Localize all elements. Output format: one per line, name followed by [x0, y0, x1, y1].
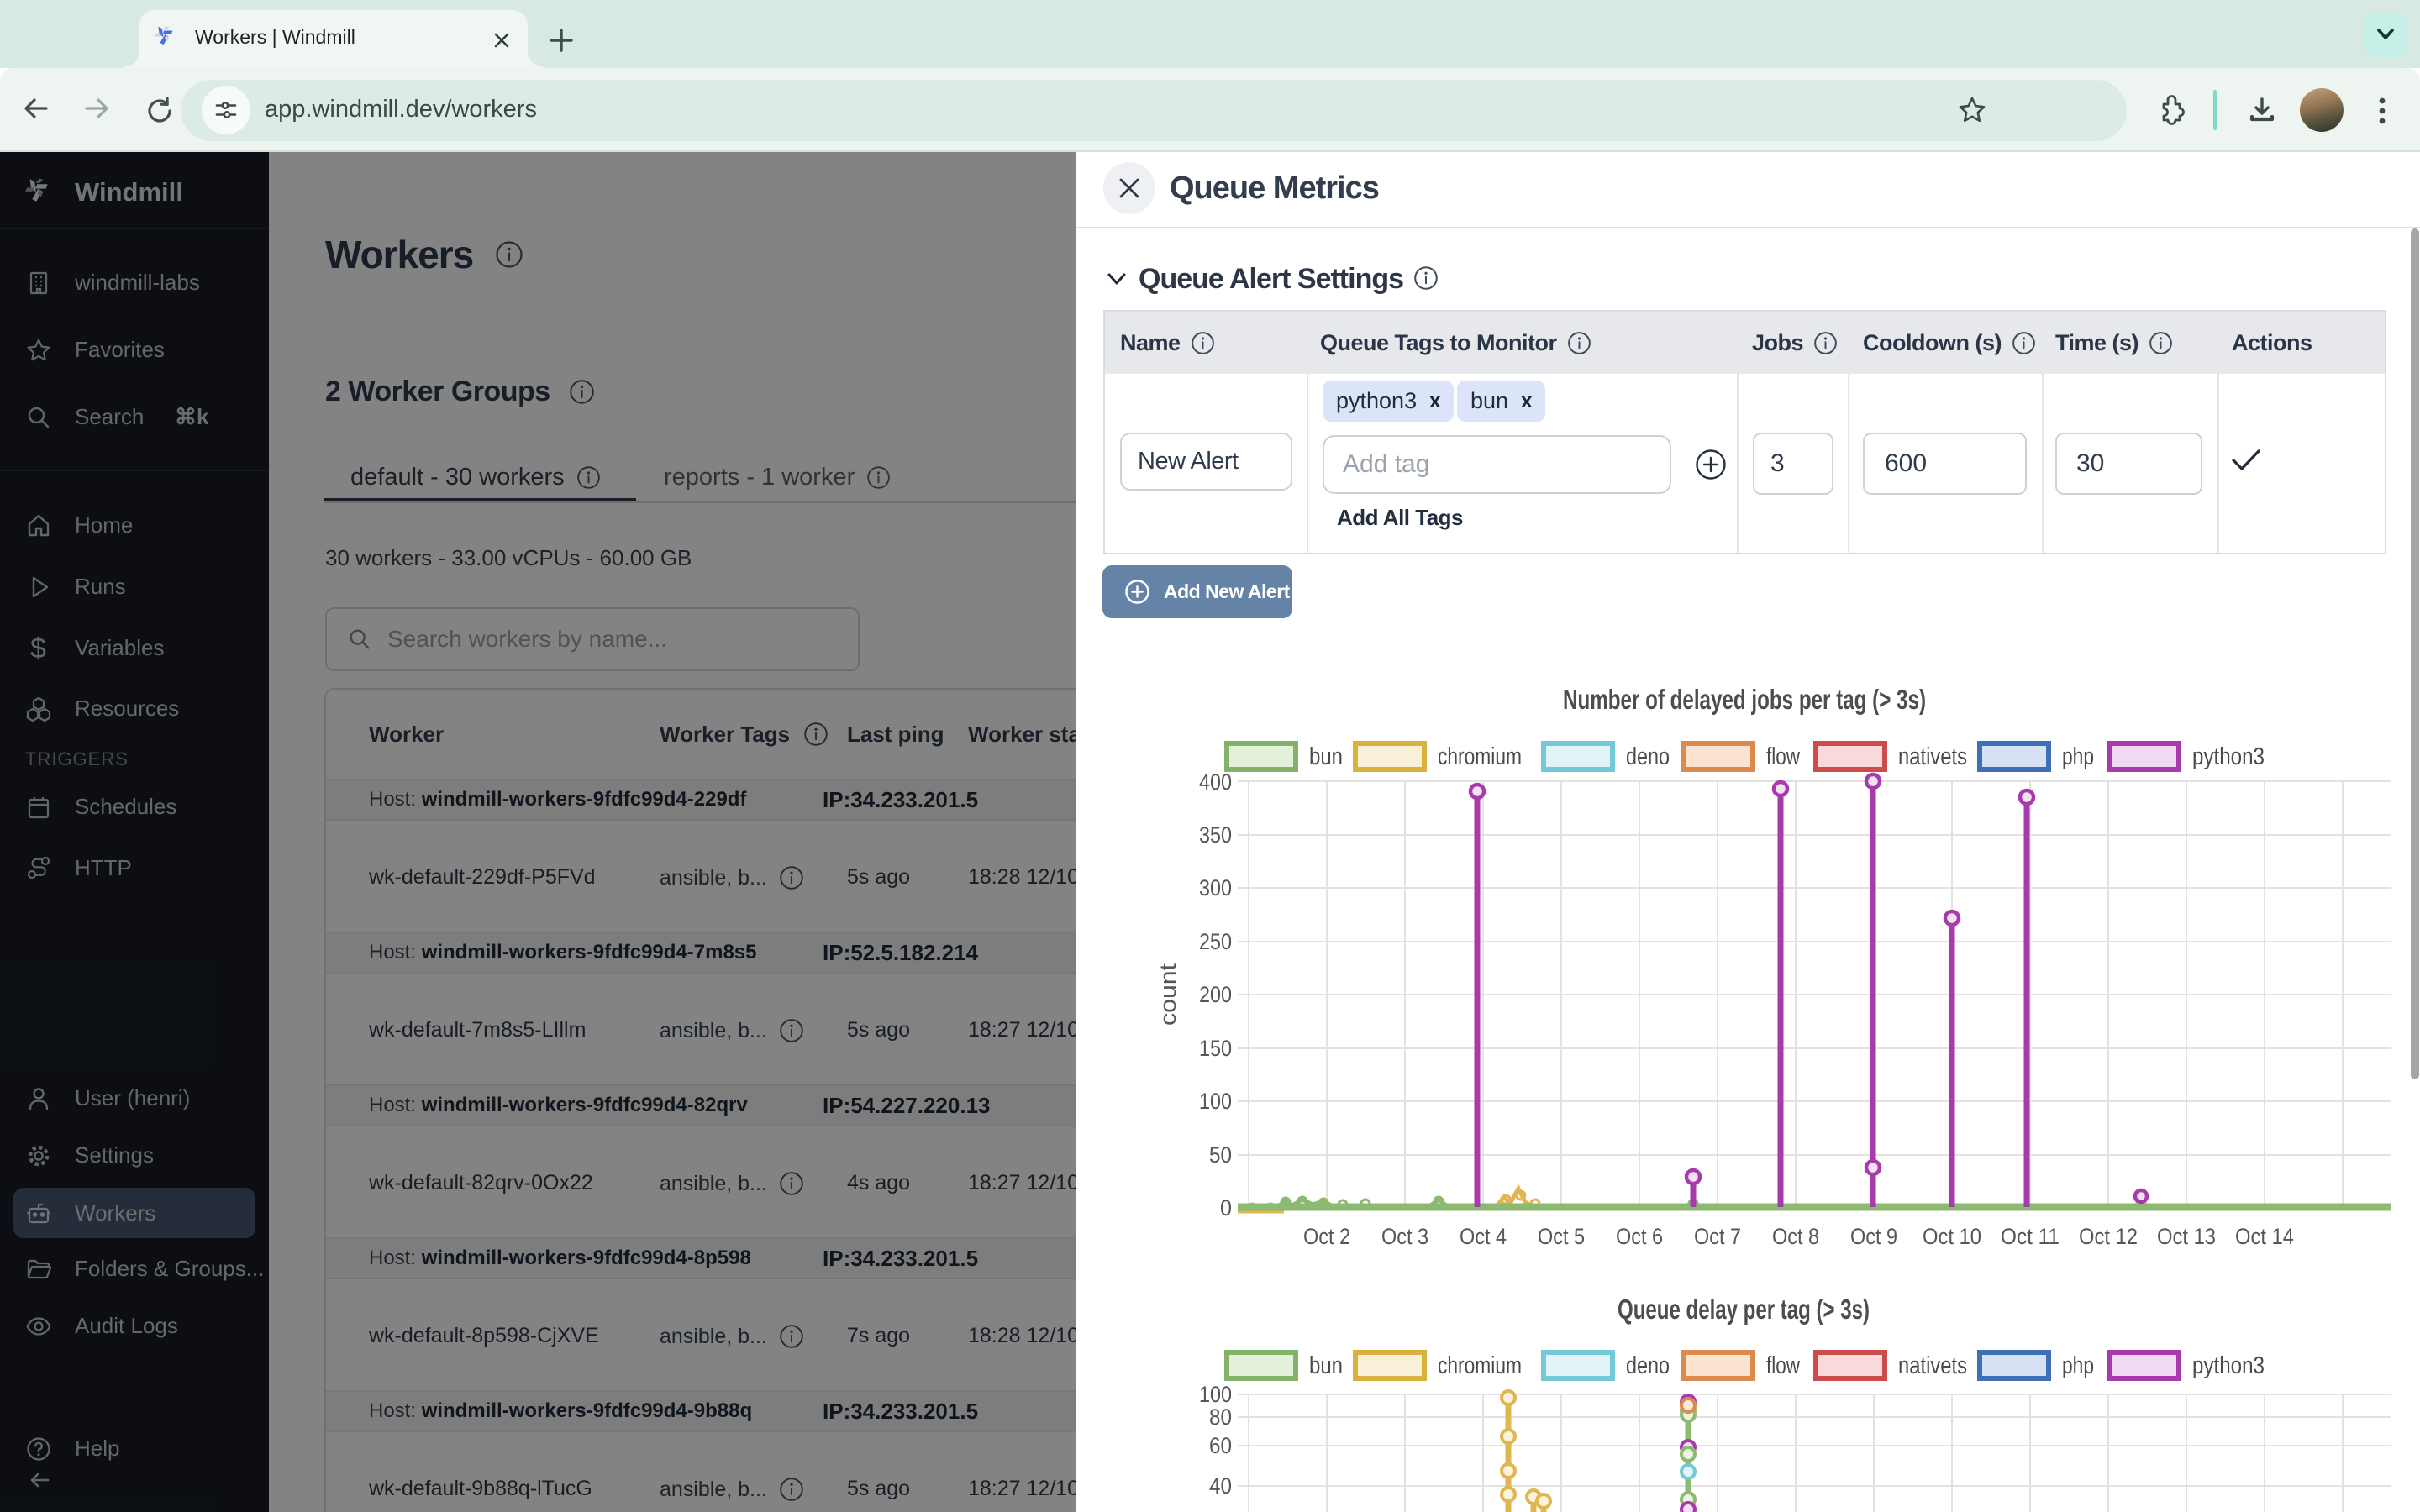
svg-text:0: 0 — [1220, 1195, 1232, 1221]
svg-text:Oct 11: Oct 11 — [2001, 1224, 2060, 1249]
svg-text:200: 200 — [1199, 982, 1232, 1007]
svg-text:Oct 5: Oct 5 — [1538, 1224, 1585, 1249]
svg-text:flow: flow — [1766, 743, 1801, 770]
svg-text:Number of delayed jobs per tag: Number of delayed jobs per tag (> 3s) — [1563, 684, 1926, 715]
svg-text:100: 100 — [1199, 1382, 1232, 1407]
svg-text:count: count — [1155, 963, 1181, 1026]
svg-text:Oct 9: Oct 9 — [1850, 1224, 1897, 1249]
svg-text:350: 350 — [1199, 822, 1232, 848]
svg-text:250: 250 — [1199, 929, 1232, 954]
svg-text:Oct 8: Oct 8 — [1772, 1224, 1819, 1249]
svg-text:flow: flow — [1766, 1352, 1801, 1379]
svg-text:150: 150 — [1199, 1036, 1232, 1061]
svg-text:Oct 2: Oct 2 — [1303, 1224, 1350, 1249]
svg-text:Oct 7: Oct 7 — [1694, 1224, 1741, 1249]
svg-text:Oct 6: Oct 6 — [1616, 1224, 1663, 1249]
svg-text:Oct 10: Oct 10 — [1923, 1224, 1981, 1249]
svg-text:bun: bun — [1309, 743, 1343, 770]
svg-text:50: 50 — [1209, 1142, 1232, 1168]
svg-text:Oct 14: Oct 14 — [2235, 1224, 2294, 1249]
svg-text:Oct 4: Oct 4 — [1460, 1224, 1507, 1249]
svg-text:chromium: chromium — [1438, 1352, 1522, 1379]
svg-text:python3: python3 — [2192, 1352, 2265, 1379]
svg-text:deno: deno — [1626, 743, 1670, 770]
svg-text:40: 40 — [1209, 1473, 1232, 1499]
svg-text:Oct 3: Oct 3 — [1381, 1224, 1428, 1249]
svg-text:60: 60 — [1209, 1433, 1232, 1458]
svg-text:100: 100 — [1199, 1089, 1232, 1114]
svg-text:python3: python3 — [2192, 743, 2265, 770]
svg-text:php: php — [2062, 1352, 2094, 1379]
svg-text:Queue delay per tag (> 3s): Queue delay per tag (> 3s) — [1618, 1294, 1870, 1325]
svg-text:Oct 12: Oct 12 — [2079, 1224, 2138, 1249]
svg-text:nativets: nativets — [1898, 1352, 1967, 1379]
svg-text:chromium: chromium — [1438, 743, 1522, 770]
svg-text:php: php — [2062, 743, 2094, 770]
svg-text:400: 400 — [1199, 769, 1232, 795]
svg-text:nativets: nativets — [1898, 743, 1967, 770]
svg-text:bun: bun — [1309, 1352, 1343, 1379]
svg-text:deno: deno — [1626, 1352, 1670, 1379]
svg-text:300: 300 — [1199, 875, 1232, 900]
svg-text:80: 80 — [1209, 1404, 1232, 1430]
svg-text:Oct 13: Oct 13 — [2157, 1224, 2216, 1249]
